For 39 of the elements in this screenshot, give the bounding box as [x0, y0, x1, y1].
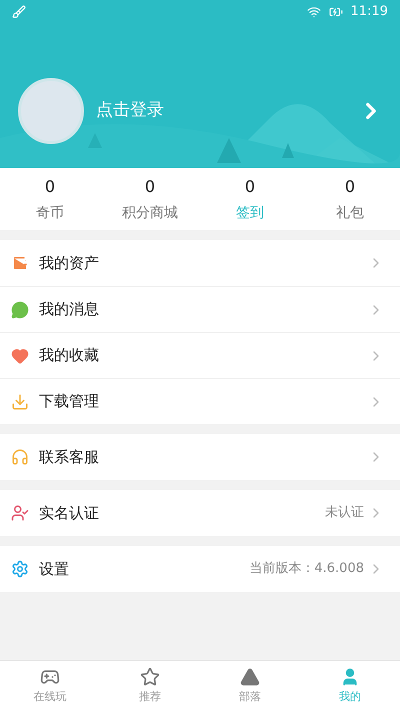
chat-bubble-icon [11, 300, 29, 318]
menu-value: 未认证 [325, 504, 364, 522]
star-icon [140, 666, 160, 687]
menu-item[interactable]: 实名认证 未认证 [0, 490, 400, 536]
menu-label: 设置 [39, 558, 70, 580]
stat-item[interactable]: 0 签到 [200, 168, 300, 230]
menu-value: 当前版本：4.6.008 [249, 560, 364, 578]
menu-label: 我的资产 [39, 252, 100, 274]
menu-item[interactable]: 下载管理 [0, 378, 400, 424]
stat-label: 签到 [236, 204, 264, 222]
stat-value: 0 [344, 176, 356, 198]
battery-icon [328, 5, 343, 19]
headset-icon [11, 448, 29, 466]
stat-label: 奇币 [36, 204, 64, 222]
user-check-icon [11, 504, 29, 522]
heart-icon [11, 346, 29, 364]
stat-item[interactable]: 0 礼包 [300, 168, 400, 230]
stat-value: 0 [44, 176, 56, 198]
menu-item[interactable]: 我的消息 [0, 286, 400, 332]
menu-item[interactable]: 我的收藏 [0, 332, 400, 378]
stat-item[interactable]: 0 积分商城 [100, 168, 200, 230]
menu-item[interactable]: 设置 当前版本：4.6.008 [0, 546, 400, 592]
settings-icon [11, 560, 29, 578]
stat-value: 0 [244, 176, 256, 198]
menu-item[interactable]: 联系客服 [0, 434, 400, 480]
menu-label: 我的收藏 [39, 345, 100, 366]
download-icon [11, 392, 29, 410]
menu-item[interactable]: 我的资产 [0, 240, 400, 286]
stat-item[interactable]: 0 奇币 [0, 168, 100, 230]
wifi-icon [306, 5, 321, 19]
triangle-icon [240, 666, 260, 687]
menu-label: 联系客服 [39, 446, 100, 468]
stat-label: 礼包 [336, 204, 364, 222]
menu-label: 我的消息 [39, 299, 100, 320]
stat-label: 积分商城 [122, 204, 178, 222]
stat-value: 0 [144, 176, 156, 198]
menu-label: 实名认证 [39, 502, 100, 524]
menu-label: 下载管理 [39, 391, 100, 412]
status-time: 11:19 [350, 3, 388, 22]
